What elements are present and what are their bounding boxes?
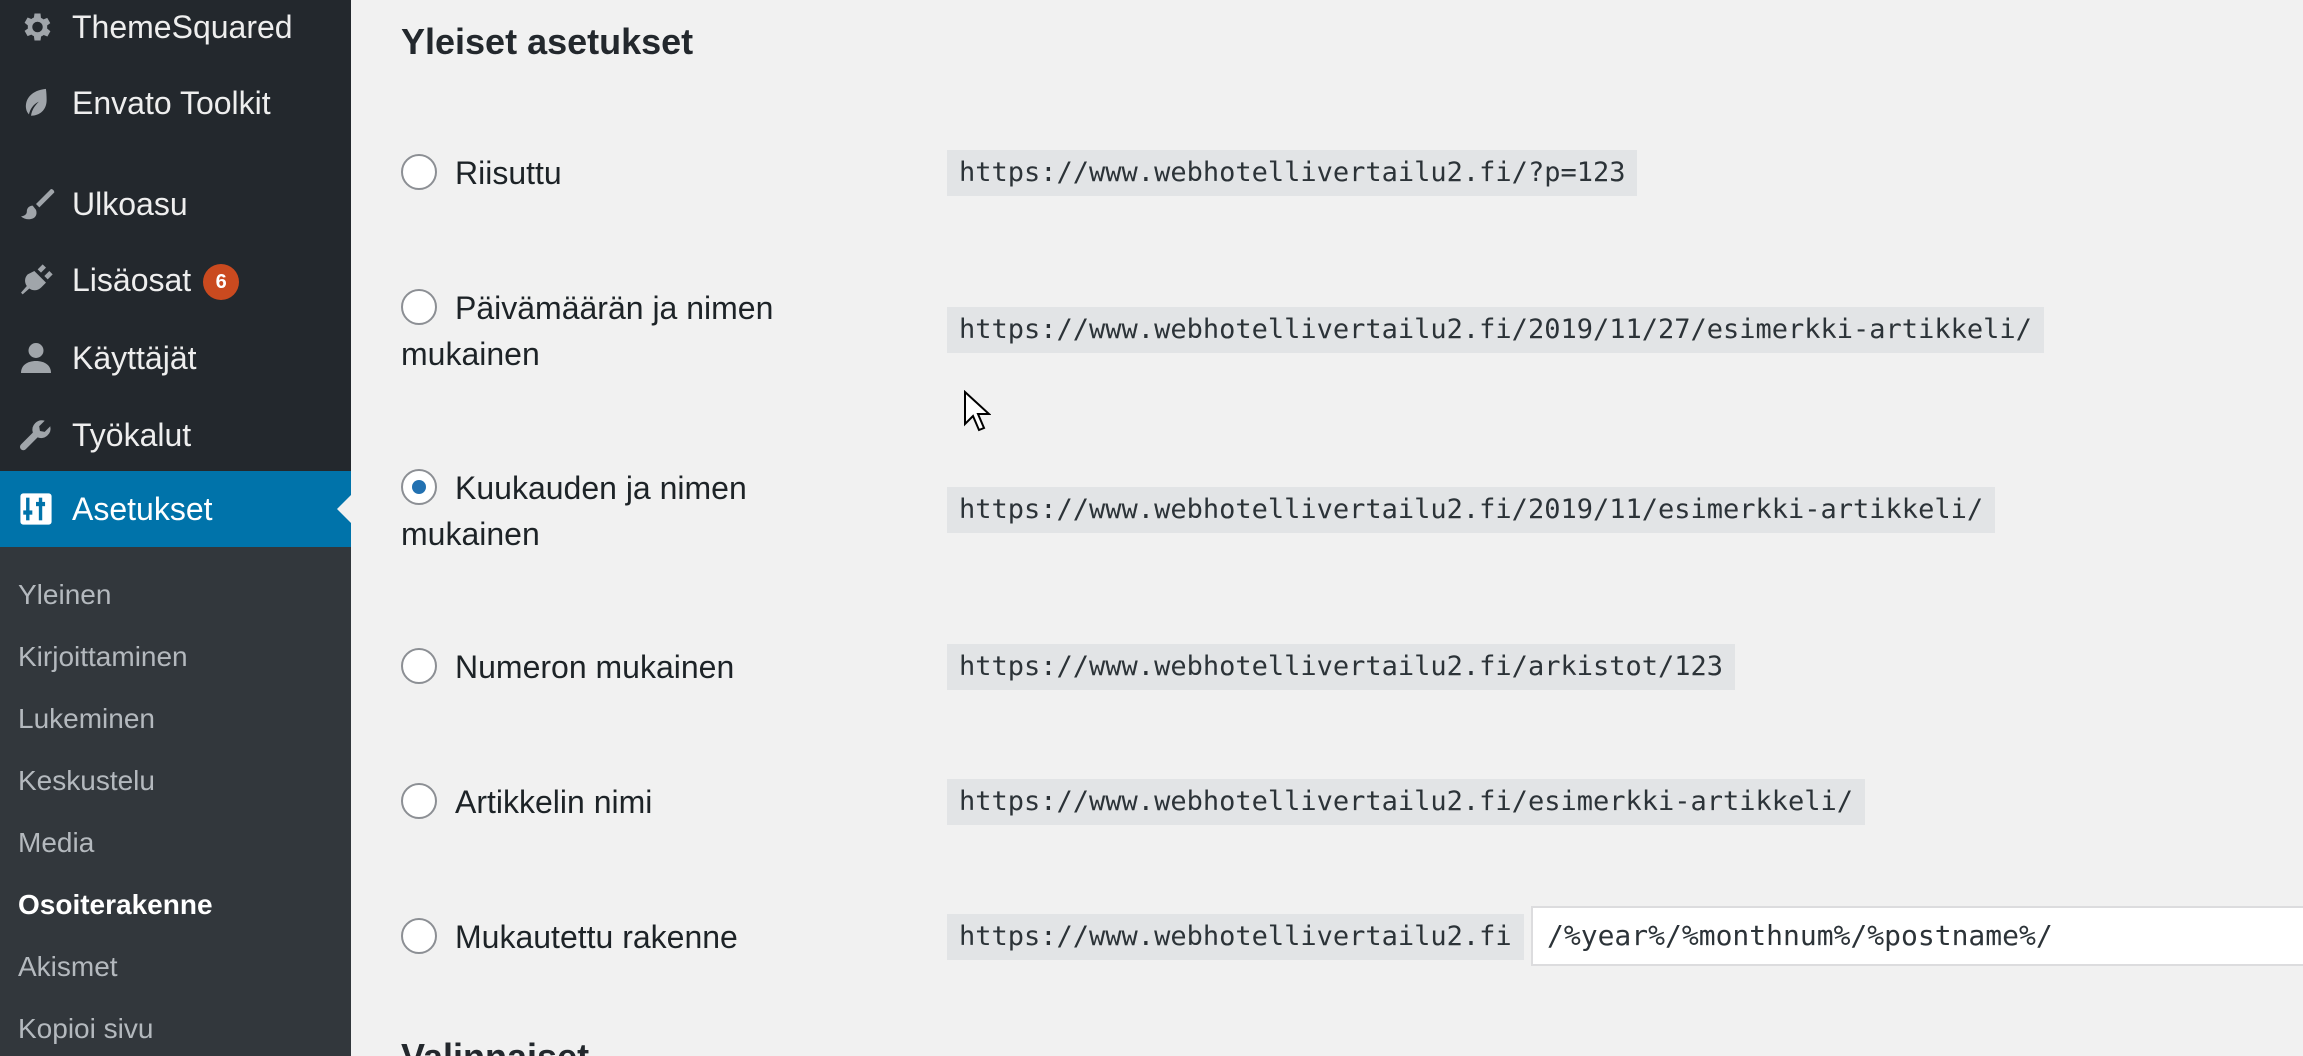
option-label: Numeron mukainen bbox=[455, 649, 735, 685]
submenu-item-keskustelu[interactable]: Keskustelu bbox=[18, 765, 155, 797]
sidebar-item-kayttajat[interactable]: Käyttäjät bbox=[0, 327, 351, 389]
sidebar-item-label: Ulkoasu bbox=[72, 185, 188, 222]
sidebar-item-label: Lisäosat bbox=[72, 261, 192, 298]
permalink-settings-main: Yleiset asetukset Riisuttu https://www.w… bbox=[351, 0, 2303, 1056]
example-url: https://www.webhotellivertailu2.fi/2019/… bbox=[947, 307, 2044, 353]
brush-icon bbox=[0, 173, 72, 235]
example-url: https://www.webhotellivertailu2.fi/arkis… bbox=[947, 644, 1736, 690]
submenu-item-kirjoittaminen[interactable]: Kirjoittaminen bbox=[18, 641, 188, 673]
example-url: https://www.webhotellivertailu2.fi/2019/… bbox=[947, 487, 1996, 533]
submenu-item-media[interactable]: Media bbox=[18, 827, 94, 859]
optional-section-title: Valinnaiset bbox=[401, 1036, 589, 1056]
submenu-item-lukeminen[interactable]: Lukeminen bbox=[18, 703, 155, 735]
option-label: Riisuttu bbox=[455, 155, 562, 191]
submenu-item-kopioi-sivu[interactable]: Kopioi sivu bbox=[18, 1013, 153, 1045]
settings-icon bbox=[0, 478, 72, 540]
settings-submenu: Yleinen Kirjoittaminen Lukeminen Keskust… bbox=[0, 547, 351, 1056]
sidebar-item-envato-toolkit[interactable]: Envato Toolkit bbox=[0, 72, 351, 134]
radio-button[interactable] bbox=[401, 154, 437, 190]
option-label: Päivämäärän ja nimen mukainen bbox=[401, 290, 774, 372]
sidebar-item-ulkoasu[interactable]: Ulkoasu bbox=[0, 173, 351, 235]
user-icon bbox=[0, 327, 72, 389]
example-url-base: https://www.webhotellivertailu2.fi bbox=[947, 914, 1524, 960]
admin-sidebar: ThemeSquared Envato Toolkit Ulkoasu Lisä… bbox=[0, 0, 351, 1056]
sidebar-item-label: Työkalut bbox=[72, 416, 192, 453]
example-url: https://www.webhotellivertailu2.fi/esime… bbox=[947, 779, 1866, 825]
option-label: Artikkelin nimi bbox=[455, 784, 653, 820]
radio-button[interactable] bbox=[401, 918, 437, 954]
sidebar-item-themesquared[interactable]: ThemeSquared bbox=[0, 0, 351, 58]
option-label: Kuukauden ja nimen mukainen bbox=[401, 470, 747, 552]
section-title: Yleiset asetukset bbox=[401, 21, 694, 62]
sidebar-item-label: Envato Toolkit bbox=[72, 84, 271, 121]
sidebar-item-tyokalut[interactable]: Työkalut bbox=[0, 404, 351, 466]
submenu-item-yleinen[interactable]: Yleinen bbox=[18, 579, 111, 611]
custom-structure-input[interactable]: /%year%/%monthnum%/%postname%/ bbox=[1531, 906, 2303, 966]
leaf-icon bbox=[0, 72, 72, 134]
sidebar-item-label: Käyttäjät bbox=[72, 339, 197, 376]
sidebar-item-label: Asetukset bbox=[72, 490, 213, 527]
mouse-cursor-icon bbox=[964, 390, 991, 432]
sidebar-item-lisaosat[interactable]: Lisäosat 6 bbox=[0, 250, 351, 312]
radio-button[interactable] bbox=[401, 648, 437, 684]
gear-icon bbox=[0, 0, 72, 58]
radio-button[interactable] bbox=[401, 783, 437, 819]
update-count-badge: 6 bbox=[203, 264, 240, 301]
plug-icon bbox=[0, 250, 72, 312]
submenu-item-akismet[interactable]: Akismet bbox=[18, 951, 118, 983]
wrench-icon bbox=[0, 404, 72, 466]
sidebar-item-label: ThemeSquared bbox=[72, 8, 293, 45]
example-url: https://www.webhotellivertailu2.fi/?p=12… bbox=[947, 150, 1638, 196]
option-label: Mukautettu rakenne bbox=[455, 919, 738, 955]
submenu-item-osoiterakenne[interactable]: Osoiterakenne bbox=[18, 889, 213, 921]
sidebar-item-asetukset[interactable]: Asetukset bbox=[0, 471, 351, 547]
